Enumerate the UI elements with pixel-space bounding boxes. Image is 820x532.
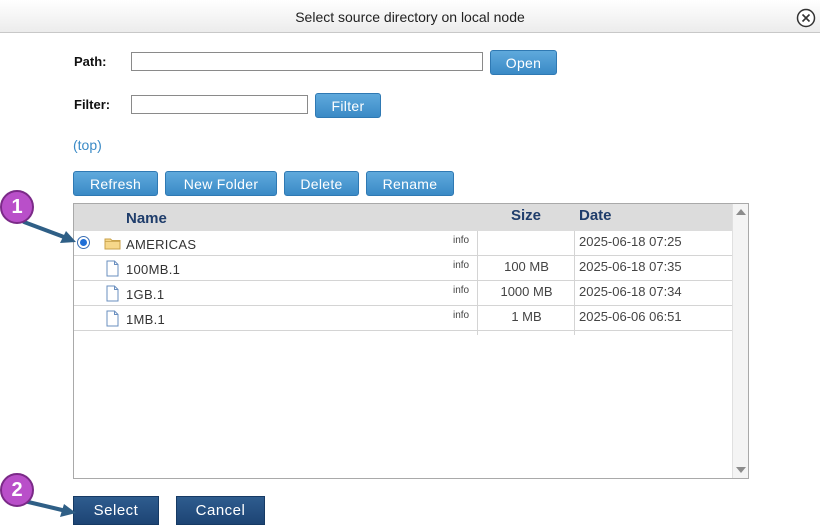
row-date: 2025-06-18 07:35 — [579, 259, 682, 274]
row-info-link[interactable]: info — [453, 285, 469, 296]
file-icon — [106, 310, 119, 327]
file-list-header: Name Size Date — [74, 204, 733, 231]
scroll-up-arrow-icon[interactable] — [736, 209, 746, 215]
callout-badge-2: 2 — [0, 473, 34, 507]
row-name[interactable]: AMERICAS — [126, 237, 196, 252]
row-info-link[interactable]: info — [453, 260, 469, 271]
file-icon — [106, 260, 119, 277]
folder-icon — [104, 238, 121, 250]
column-header-size[interactable]: Size — [511, 207, 541, 224]
file-list[interactable]: Name Size Date AMERICAS info 2025-06-18 … — [73, 203, 749, 479]
file-icon — [106, 285, 119, 302]
list-scrollbar[interactable] — [732, 204, 748, 478]
row-date: 2025-06-18 07:25 — [579, 234, 682, 249]
row-name[interactable]: 100MB.1 — [126, 262, 180, 277]
list-item[interactable]: AMERICAS info 2025-06-18 07:25 — [74, 231, 733, 256]
row-name[interactable]: 1MB.1 — [126, 312, 165, 327]
open-button[interactable]: Open — [490, 50, 557, 75]
row-info-link[interactable]: info — [453, 310, 469, 321]
row-date: 2025-06-06 06:51 — [579, 309, 682, 324]
row-size: 1000 MB — [500, 284, 553, 299]
list-item[interactable]: 1MB.1 info 1 MB 2025-06-06 06:51 — [74, 306, 733, 331]
row-info-link[interactable]: info — [453, 235, 469, 246]
column-header-date[interactable]: Date — [579, 207, 612, 224]
row-date: 2025-06-18 07:34 — [579, 284, 682, 299]
filter-input[interactable] — [131, 95, 308, 114]
refresh-button[interactable]: Refresh — [73, 171, 158, 196]
filter-label: Filter: — [74, 97, 111, 112]
scroll-down-arrow-icon[interactable] — [736, 467, 746, 473]
callout-badge-1: 1 — [0, 190, 34, 224]
top-link[interactable]: (top) — [73, 137, 102, 153]
new-folder-button[interactable]: New Folder — [165, 171, 277, 196]
list-item[interactable]: 100MB.1 info 100 MB 2025-06-18 07:35 — [74, 256, 733, 281]
list-item[interactable]: 1GB.1 info 1000 MB 2025-06-18 07:34 — [74, 281, 733, 306]
close-icon[interactable] — [796, 8, 816, 28]
path-label: Path: — [74, 54, 107, 69]
delete-button[interactable]: Delete — [284, 171, 359, 196]
path-input[interactable] — [131, 52, 483, 71]
dialog-titlebar: Select source directory on local node — [0, 0, 820, 33]
select-button[interactable]: Select — [73, 496, 159, 525]
row-size: 1 MB — [511, 309, 542, 324]
cancel-button[interactable]: Cancel — [176, 496, 265, 525]
callout-arrow-icon — [22, 220, 76, 243]
rename-button[interactable]: Rename — [366, 171, 454, 196]
dialog-title: Select source directory on local node — [295, 9, 525, 25]
row-name[interactable]: 1GB.1 — [126, 287, 164, 302]
column-header-name[interactable]: Name — [126, 210, 167, 227]
filter-button[interactable]: Filter — [315, 93, 381, 118]
row-size: 100 MB — [504, 259, 549, 274]
